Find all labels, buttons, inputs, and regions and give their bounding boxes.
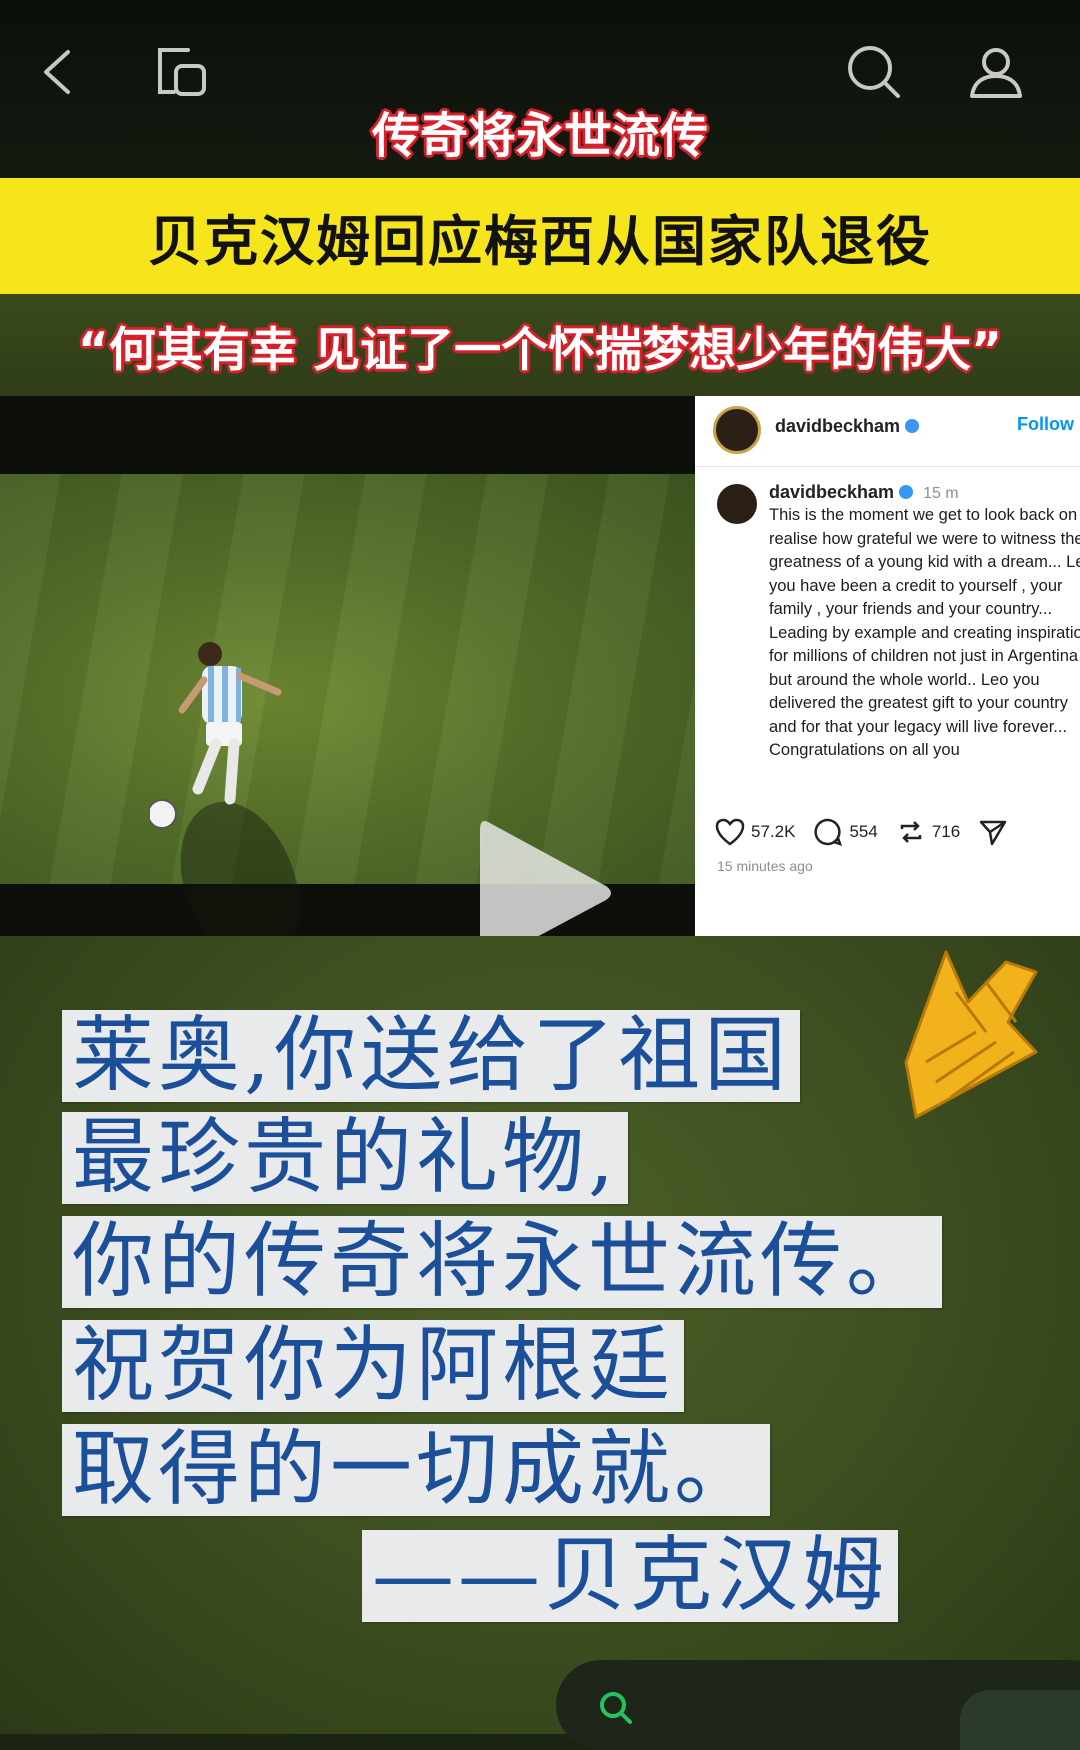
avatar[interactable] (713, 406, 761, 454)
headline-overlay: 传奇将永世流传 (371, 108, 708, 164)
post-age: 15 minutes ago (717, 858, 813, 874)
message-line: 取得的一切成就。 (62, 1424, 771, 1516)
post-caption: This is the moment we get to look back o… (769, 506, 1080, 759)
verified-badge-icon (905, 419, 920, 434)
message-line: 莱奥,你送给了祖国 (62, 1010, 801, 1102)
player-figure (150, 642, 300, 936)
repost-icon[interactable] (896, 817, 926, 847)
engagement-bar: 57.2K 554 716 (715, 816, 1026, 848)
search-icon[interactable] (596, 1688, 636, 1728)
follow-button[interactable]: Follow (1017, 414, 1074, 435)
post-time: 15 m (923, 485, 959, 502)
title-bar: 贝克汉姆回应梅西从国家队退役 (0, 178, 1080, 294)
back-icon[interactable] (28, 40, 92, 104)
quote-band: “何其有幸 见证了一个怀揣梦想少年的伟大” (0, 294, 1080, 396)
repost-count: 716 (931, 822, 961, 841)
post-header: davidbeckham 15 m (769, 482, 959, 503)
like-count: 57.2K (751, 822, 796, 841)
comment-group[interactable]: 554 (813, 817, 878, 847)
post-handle[interactable]: davidbeckham (769, 482, 894, 502)
signature-line: ——贝克汉姆 (362, 1530, 899, 1622)
like-group[interactable]: 57.2K (715, 818, 795, 846)
quote-text: “何其有幸 见证了一个怀揣梦想少年的伟大” (77, 322, 1003, 378)
message-line: 祝贺你为阿根廷 (62, 1320, 685, 1412)
comment-icon[interactable] (813, 817, 843, 847)
verified-badge-icon (899, 485, 914, 500)
mini-thumbnail[interactable] (960, 1690, 1080, 1750)
repost-group[interactable]: 716 (896, 817, 960, 847)
send-icon[interactable] (978, 817, 1008, 847)
news-title: 贝克汉姆回应梅西从国家队退役 (148, 209, 932, 273)
account-handle[interactable]: davidbeckham (775, 416, 920, 437)
divider (695, 466, 1080, 467)
comment-count: 554 (849, 822, 878, 841)
top-header: 传奇将永世流传 (0, 0, 1080, 178)
share-group[interactable] (978, 817, 1008, 847)
comment-avatar[interactable] (717, 484, 757, 524)
profile-icon[interactable] (964, 40, 1028, 104)
message-line: 你的传奇将永世流传。 (62, 1216, 943, 1308)
message-line: 最珍贵的礼物, (62, 1112, 629, 1204)
arrow-doodle-icon (904, 950, 1038, 1119)
heart-icon[interactable] (715, 818, 745, 846)
instagram-post-card: davidbeckham Follow davidbeckham 15 m Thi… (695, 396, 1080, 936)
search-icon[interactable] (842, 40, 906, 104)
account-handle-text: davidbeckham (775, 416, 901, 436)
window-switch-icon[interactable] (150, 40, 214, 104)
